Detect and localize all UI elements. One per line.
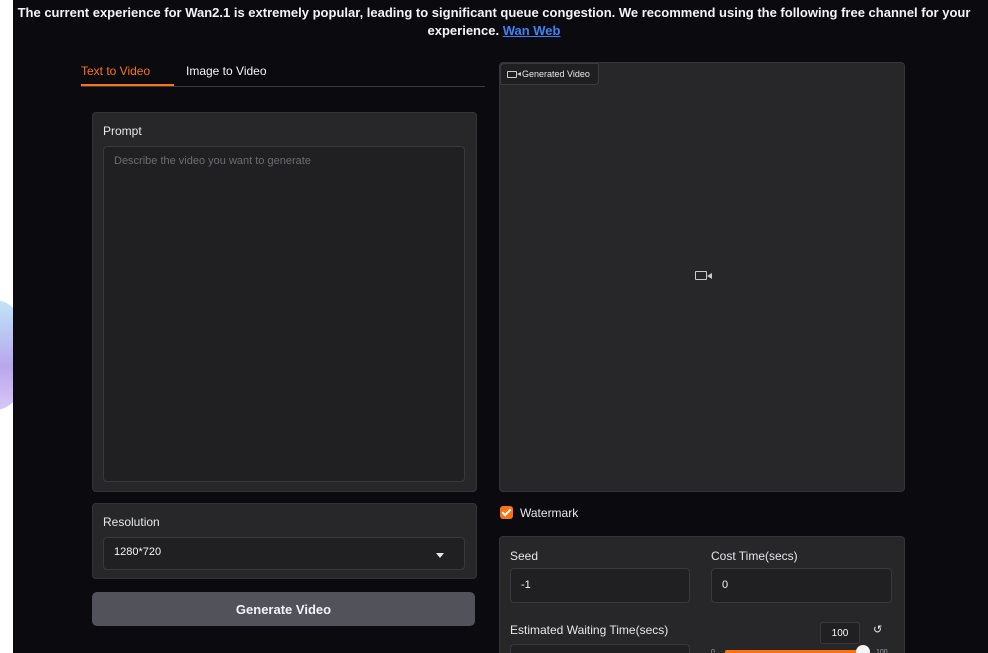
cost-time-field: 0: [711, 568, 892, 603]
video-camera-icon: [507, 70, 521, 78]
generate-video-button[interactable]: Generate Video: [92, 592, 475, 626]
prompt-panel: Prompt Describe the video you want to ge…: [92, 112, 477, 492]
waiting-time-label: Estimated Waiting Time(secs): [510, 623, 669, 637]
prompt-textarea[interactable]: Describe the video you want to generate: [103, 146, 465, 482]
cost-time-value: 0: [722, 579, 729, 591]
slider-max-label: 100: [876, 649, 888, 653]
seed-input[interactable]: -1: [510, 568, 690, 603]
video-placeholder: [695, 271, 712, 280]
generated-video-panel: Generated Video: [499, 62, 905, 492]
waiting-time-field: [510, 644, 690, 653]
seed-value: -1: [521, 579, 531, 591]
seed-label: Seed: [510, 549, 539, 563]
banner-text: The current experience for Wan2.1 is ext…: [17, 5, 971, 38]
tab-image-to-video[interactable]: Image to Video: [186, 64, 267, 78]
app-window: The current experience for Wan2.1 is ext…: [13, 0, 988, 653]
watermark-label: Watermark: [520, 506, 579, 520]
prompt-placeholder: Describe the video you want to generate: [114, 155, 311, 167]
tab-text-to-video[interactable]: Text to Video: [81, 64, 150, 78]
wan-web-link[interactable]: Wan Web: [503, 23, 561, 38]
waiting-time-slider-thumb[interactable]: [856, 645, 870, 653]
active-tab-indicator: [81, 84, 174, 86]
prompt-label: Prompt: [103, 124, 142, 138]
settings-panel: Seed -1 Cost Time(secs) 0 Estimated Wait…: [499, 536, 905, 653]
chevron-down-icon: [436, 553, 444, 558]
resolution-value: 1280*720: [114, 546, 162, 558]
reset-icon[interactable]: ↺: [873, 623, 882, 636]
mode-tabs: Text to Video Image to Video: [81, 62, 485, 87]
watermark-checkbox[interactable]: [500, 506, 513, 519]
video-camera-icon: [695, 271, 712, 280]
announcement-banner: The current experience for Wan2.1 is ext…: [13, 4, 975, 40]
resolution-panel: Resolution 1280*720: [92, 503, 477, 579]
slider-min-label: 0: [711, 649, 715, 653]
cost-time-label: Cost Time(secs): [711, 549, 798, 563]
waiting-time-number-input[interactable]: 100: [820, 622, 860, 644]
resolution-label: Resolution: [103, 515, 160, 529]
resolution-select[interactable]: 1280*720: [103, 537, 465, 570]
generated-video-tag: Generated Video: [500, 63, 599, 85]
generated-video-label: Generated Video: [522, 69, 590, 79]
